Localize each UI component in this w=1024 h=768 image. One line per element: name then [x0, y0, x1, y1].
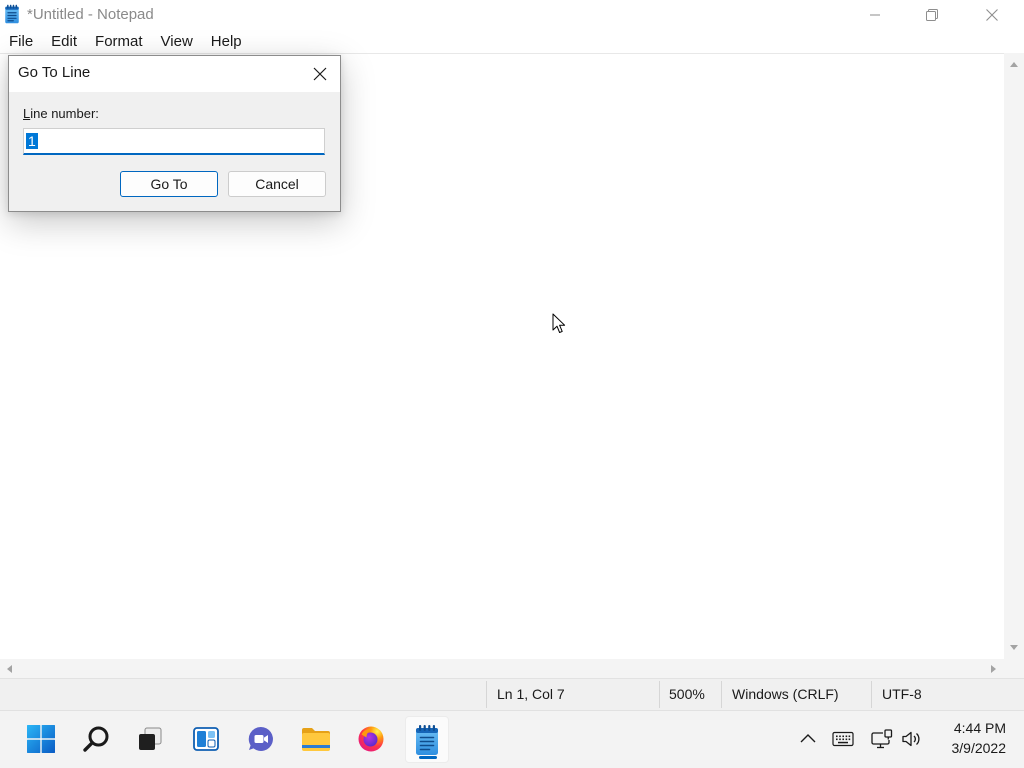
status-encoding: UTF-8: [882, 686, 922, 702]
task-view-button[interactable]: [128, 717, 172, 761]
active-app-indicator: [419, 756, 437, 759]
notepad-taskbar-button[interactable]: [405, 716, 449, 763]
start-icon[interactable]: [27, 725, 55, 753]
minimize-icon[interactable]: [869, 9, 881, 21]
chat-button[interactable]: [239, 717, 283, 761]
chat-icon[interactable]: [247, 725, 275, 753]
notepad-icon: [4, 4, 20, 24]
line-number-value[interactable]: 1: [26, 133, 38, 149]
scrollbar-corner: [1004, 659, 1024, 678]
dialog-title: Go To Line: [18, 64, 91, 81]
firefox-button[interactable]: [349, 717, 393, 761]
scroll-up-button[interactable]: [1004, 54, 1024, 74]
title-bar: *Untitled - Notepad: [0, 0, 1024, 30]
close-icon[interactable]: [986, 9, 998, 21]
scroll-left-button[interactable]: [0, 659, 18, 678]
scroll-up-arrow-icon[interactable]: [1010, 61, 1018, 67]
menu-edit[interactable]: Edit: [42, 30, 86, 53]
status-line-ending: Windows (CRLF): [732, 686, 839, 702]
start-button[interactable]: [19, 717, 63, 761]
keyboard-icon[interactable]: [832, 731, 854, 747]
line-number-label: Line number:: [23, 106, 99, 121]
vertical-scrollbar[interactable]: [1004, 53, 1024, 659]
file-explorer-icon[interactable]: [301, 726, 331, 752]
widgets-icon[interactable]: [192, 725, 220, 753]
scroll-down-button[interactable]: [1004, 637, 1024, 657]
menu-view[interactable]: View: [152, 30, 202, 53]
widgets-button[interactable]: [184, 717, 228, 761]
task-view-icon[interactable]: [136, 725, 164, 753]
menu-help[interactable]: Help: [202, 30, 251, 53]
taskbar: 4:44 PM 3/9/2022: [0, 710, 1024, 768]
horizontal-scrollbar[interactable]: [0, 659, 1004, 678]
network-icon[interactable]: [871, 729, 893, 749]
volume-button[interactable]: [898, 725, 926, 753]
status-zoom: 500%: [669, 686, 705, 702]
status-cursor-position: Ln 1, Col 7: [497, 686, 565, 702]
menu-format[interactable]: Format: [86, 30, 152, 53]
touch-keyboard-button[interactable]: [829, 725, 857, 753]
go-to-button[interactable]: Go To: [120, 171, 218, 197]
network-button[interactable]: [868, 725, 896, 753]
window-title: *Untitled - Notepad: [27, 6, 154, 23]
status-bar: Ln 1, Col 7 500% Windows (CRLF) UTF-8: [0, 678, 1024, 710]
chevron-up-icon[interactable]: [799, 730, 817, 748]
dialog-title-bar: Go To Line: [9, 56, 340, 92]
go-to-line-dialog: Go To Line Line number: 1 Go To Cancel: [8, 55, 341, 212]
close-button[interactable]: [963, 0, 1021, 30]
clock-time: 4:44 PM: [953, 720, 1006, 736]
menu-bar: File Edit Format View Help: [0, 30, 1024, 53]
restore-icon[interactable]: [926, 9, 938, 21]
cancel-button[interactable]: Cancel: [228, 171, 326, 197]
show-hidden-icons-button[interactable]: [794, 725, 822, 753]
close-icon[interactable]: [313, 67, 327, 81]
notepad-icon[interactable]: [414, 724, 440, 756]
clock[interactable]: 4:44 PM 3/9/2022: [952, 718, 1007, 758]
line-number-input[interactable]: 1: [23, 128, 325, 155]
file-explorer-button[interactable]: [294, 717, 338, 761]
scroll-right-arrow-icon[interactable]: [990, 664, 996, 673]
dialog-close-button[interactable]: [300, 56, 340, 92]
mouse-pointer-icon: [552, 313, 566, 335]
maximize-button[interactable]: [903, 0, 961, 30]
menu-file[interactable]: File: [0, 30, 42, 53]
minimize-button[interactable]: [846, 0, 904, 30]
volume-icon[interactable]: [901, 730, 923, 748]
search-icon[interactable]: [82, 725, 110, 753]
firefox-icon[interactable]: [357, 725, 385, 753]
scroll-left-arrow-icon[interactable]: [6, 664, 12, 673]
scroll-down-arrow-icon[interactable]: [1010, 644, 1018, 650]
search-button[interactable]: [74, 717, 118, 761]
clock-date: 3/9/2022: [951, 740, 1007, 756]
scroll-right-button[interactable]: [983, 659, 1003, 678]
